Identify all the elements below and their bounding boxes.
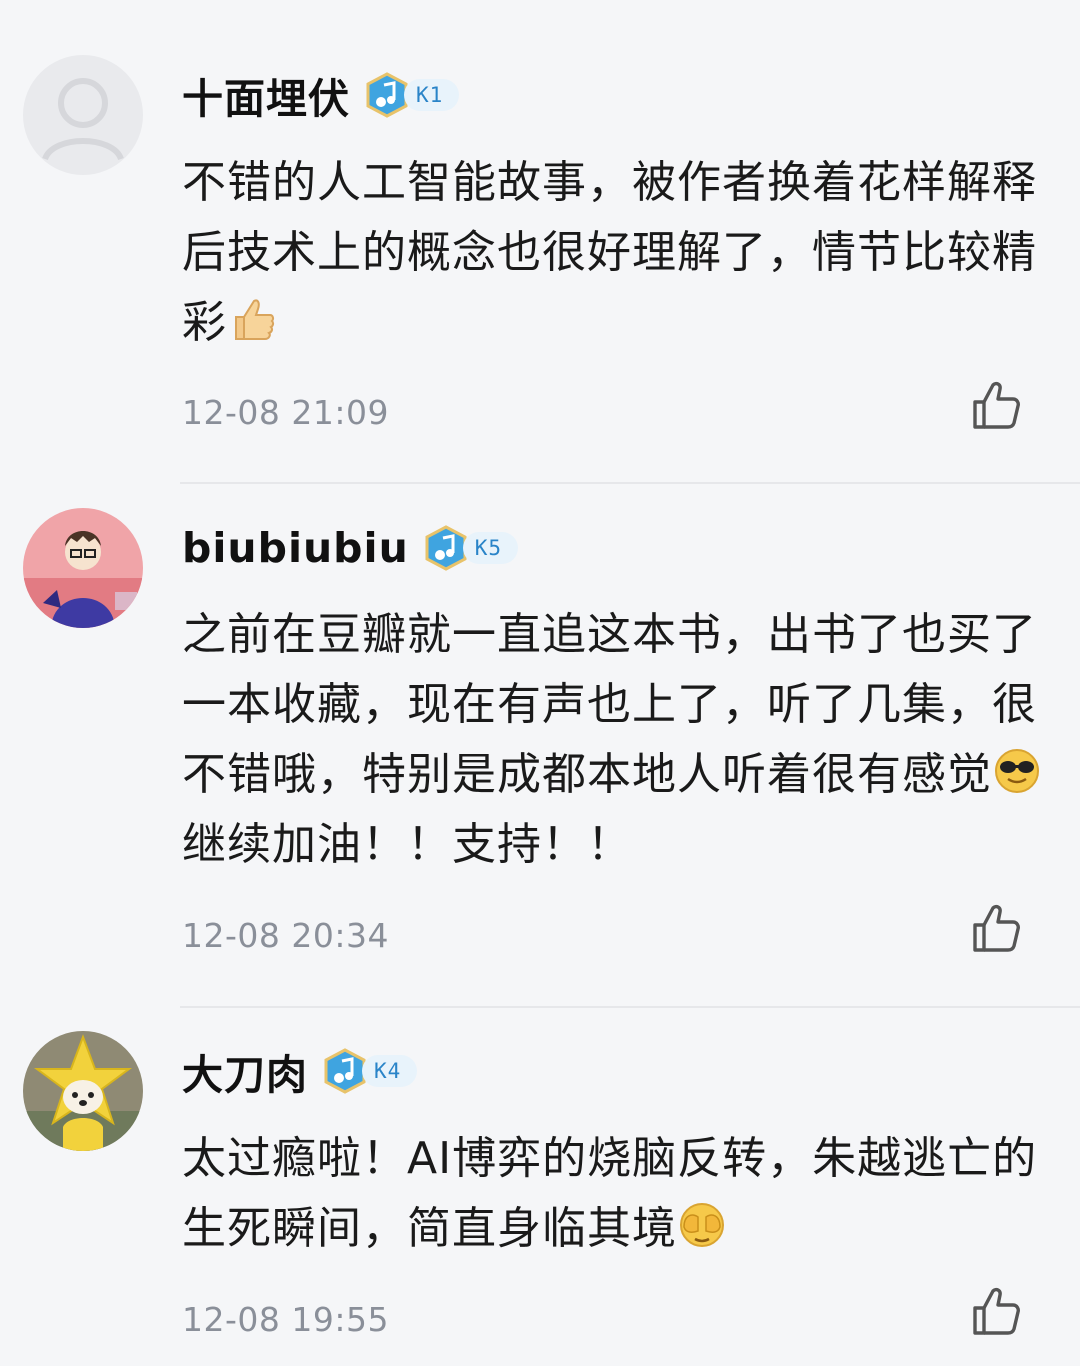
comment-text-body: 之前在豆瓣就一直追这本书，出书了也买了一本收藏，现在有声也上了，听了几集，很不错…	[182, 609, 1037, 800]
level-label: K1	[404, 79, 460, 111]
like-button[interactable]	[968, 901, 1024, 957]
sunglasses-face-icon	[993, 747, 1041, 795]
thumbs-up-outline-icon	[973, 381, 1020, 429]
music-note-icon	[425, 525, 467, 571]
like-button[interactable]	[968, 378, 1024, 434]
dog-in-star-costume-avatar-icon	[23, 1031, 143, 1151]
comment-text: 不错的人工智能故事，被作者换着花样解释后技术上的概念也很好理解了，情节比较精彩	[182, 148, 1050, 358]
comment-text: 太过瘾啦！AI博弈的烧脑反转，朱越逃亡的生死瞬间，简直身临其境	[182, 1124, 1050, 1264]
comment-text: 之前在豆瓣就一直追这本书，出书了也买了一本收藏，现在有声也上了，听了几集，很不错…	[182, 600, 1050, 880]
thumbs-up-outline-icon	[973, 1287, 1020, 1335]
avatar[interactable]	[23, 55, 143, 175]
thumbs-up-outline-icon	[973, 904, 1020, 952]
default-avatar-icon	[23, 55, 143, 175]
level-badge: K1	[364, 72, 460, 118]
avatar[interactable]	[23, 1031, 143, 1151]
comment-text-tail: 继续加油！！支持！！	[182, 819, 632, 870]
avatar[interactable]	[23, 508, 143, 628]
level-label: K4	[362, 1055, 418, 1087]
username[interactable]: biubiubiu	[182, 524, 409, 572]
comment-text-body: 不错的人工智能故事，被作者换着花样解释后技术上的概念也很好理解了，情节比较精彩	[182, 157, 1037, 348]
level-badge: K5	[423, 525, 519, 571]
user-row: biubiubiu K5	[182, 518, 519, 578]
thumbs-up-icon	[228, 295, 276, 343]
timestamp: 12-08 21:09	[182, 393, 389, 432]
username[interactable]: 大刀肉	[182, 1041, 308, 1101]
user-row: 十面埋伏 K1	[182, 65, 460, 125]
timestamp: 12-08 19:55	[182, 1300, 389, 1339]
user-row: 大刀肉 K4	[182, 1041, 418, 1101]
username[interactable]: 十面埋伏	[182, 65, 350, 125]
level-label: K5	[462, 532, 519, 564]
cartoon-person-avatar-icon	[23, 508, 143, 628]
timestamp: 12-08 20:34	[182, 916, 389, 955]
divider	[180, 1006, 1080, 1008]
see-no-evil-face-icon	[678, 1201, 726, 1249]
comment-text-body: 太过瘾啦！AI博弈的烧脑反转，朱越逃亡的生死瞬间，简直身临其境	[182, 1133, 1038, 1254]
comment-list: 十面埋伏 K1 不错的人工智能故事，被作者换着花样解释后技术上的概念也很好理解了…	[0, 0, 1080, 1366]
like-button[interactable]	[968, 1284, 1024, 1340]
divider	[180, 482, 1080, 484]
level-badge: K4	[322, 1048, 418, 1094]
